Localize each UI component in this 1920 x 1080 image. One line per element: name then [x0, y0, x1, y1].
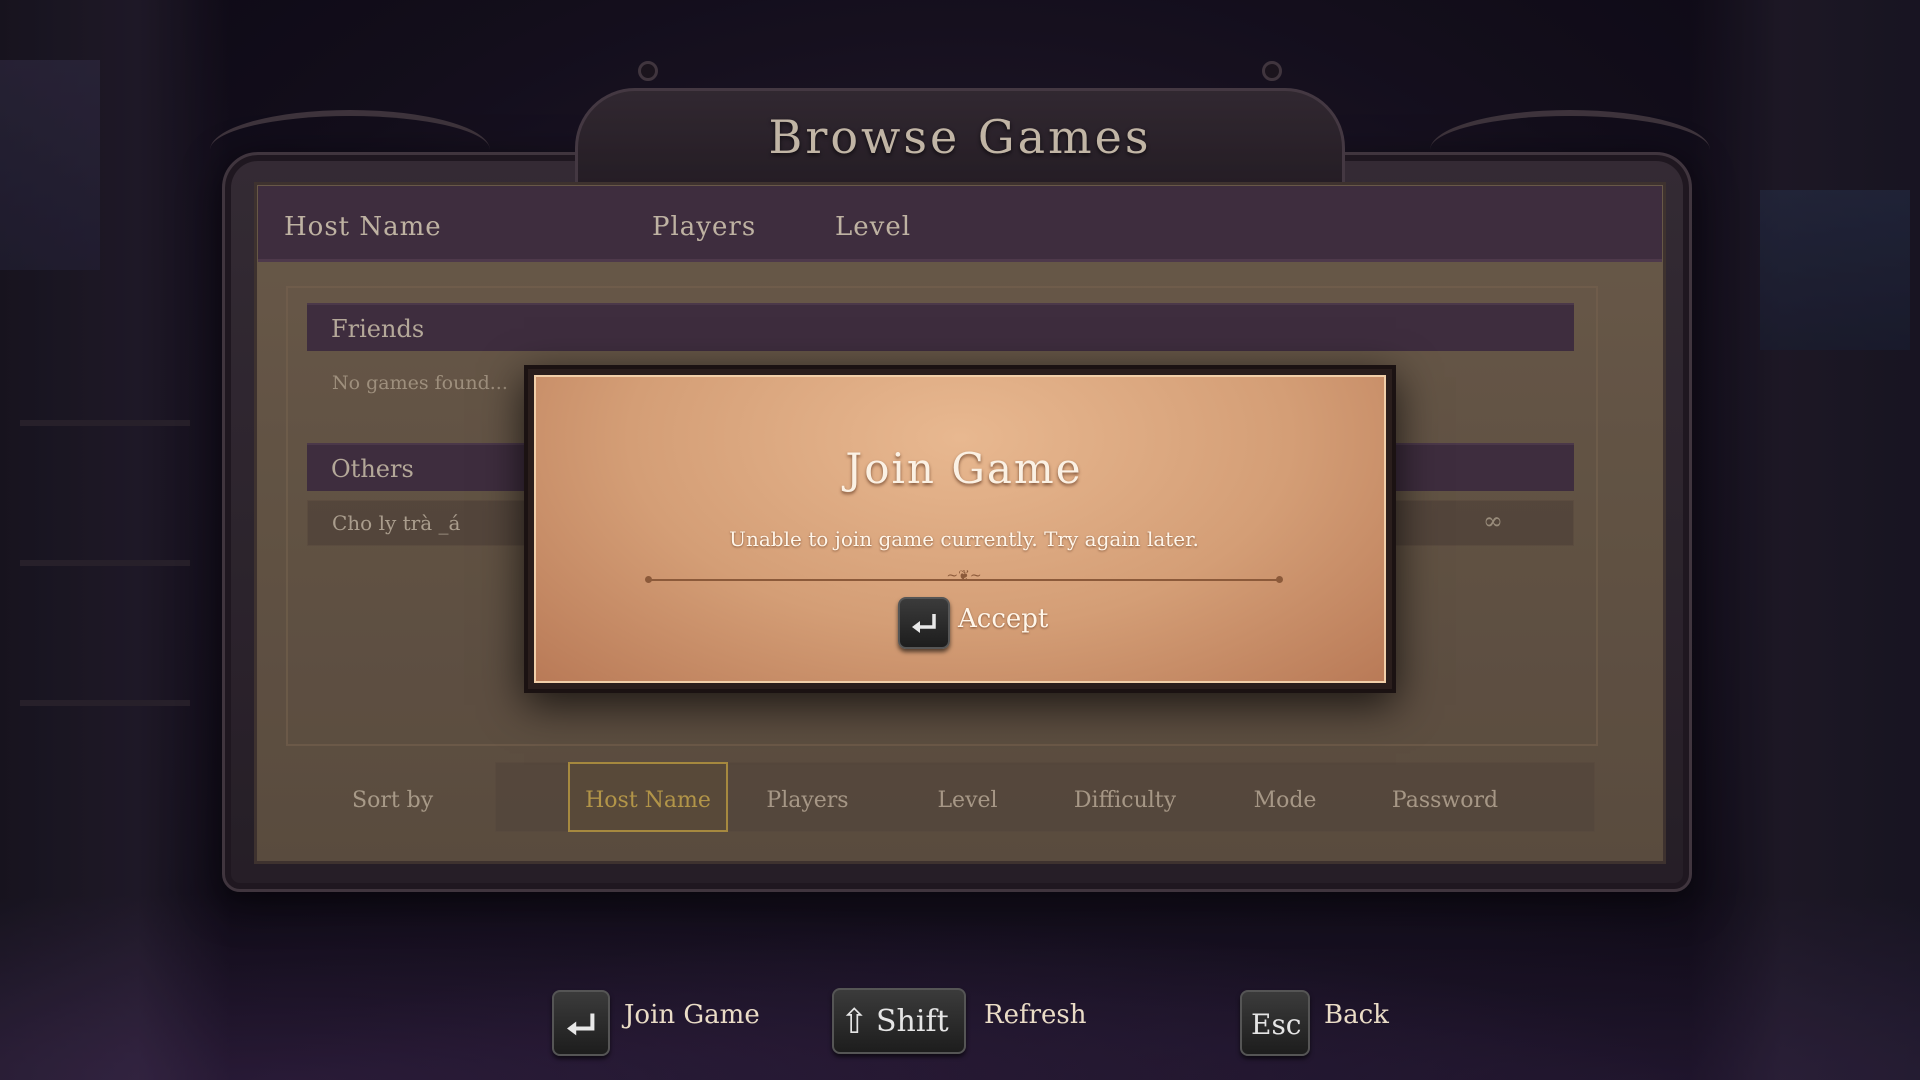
shift-key-icon[interactable]: ⇧ Shift [832, 988, 966, 1054]
divider-flourish: ~❦~ [946, 568, 982, 584]
enter-icon [912, 614, 936, 633]
shift-key-label: Shift [876, 1004, 949, 1039]
divider-dot [1276, 576, 1283, 583]
join-game-dialog: Join Game Unable to join game currently.… [524, 365, 1396, 693]
enter-icon [567, 1013, 595, 1036]
back-prompt[interactable]: Back [1324, 1000, 1389, 1030]
refresh-prompt[interactable]: Refresh [984, 1000, 1087, 1030]
divider-dot [645, 576, 652, 583]
esc-key-icon[interactable]: Esc [1240, 990, 1310, 1056]
accept-button[interactable]: Accept [958, 604, 1048, 634]
dialog-title: Join Game [845, 444, 1083, 493]
enter-key-icon[interactable] [552, 990, 610, 1056]
shift-arrow-icon: ⇧ [840, 1002, 869, 1042]
dialog-message: Unable to join game currently. Try again… [729, 527, 1199, 551]
enter-key-icon[interactable] [898, 597, 950, 649]
esc-key-label: Esc [1251, 1008, 1302, 1041]
dialog-divider: ~❦~ [645, 569, 1283, 583]
join-game-prompt[interactable]: Join Game [624, 1000, 760, 1030]
